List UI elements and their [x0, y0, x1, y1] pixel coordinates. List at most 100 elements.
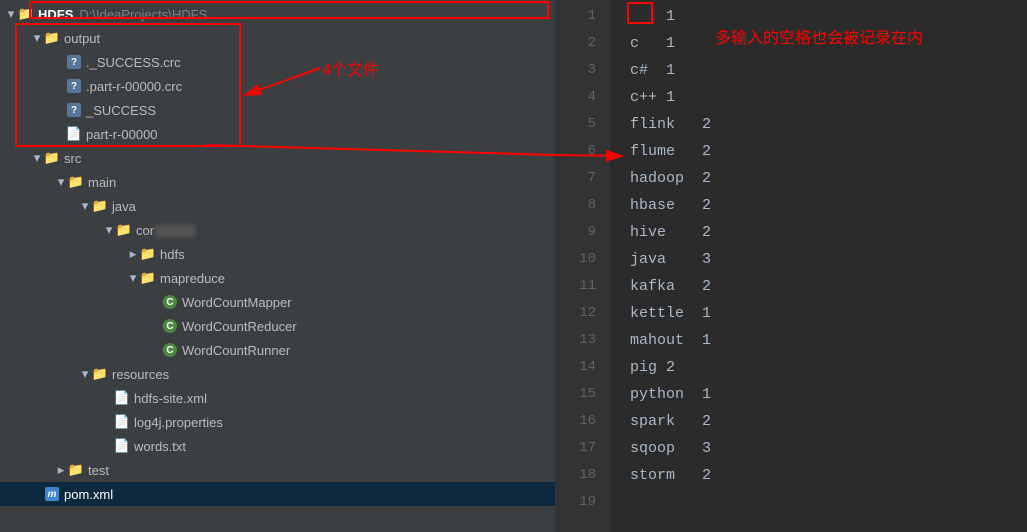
editor-panel: 12345678910111213141516171819 1c 1c# 1c+…	[555, 0, 1027, 532]
tree-file-log4j[interactable]: 📄 log4j.properties	[0, 410, 555, 434]
gutter-line-number: 1	[555, 3, 610, 30]
tree-file-part[interactable]: 📄 part-r-00000	[0, 122, 555, 146]
gutter-line-number: 16	[555, 408, 610, 435]
tree-file-part-crc[interactable]: ? .part-r-00000.crc	[0, 74, 555, 98]
tree-class-mapper[interactable]: C WordCountMapper	[0, 290, 555, 314]
folder-icon: 📁	[44, 30, 60, 46]
gutter-line-number: 12	[555, 300, 610, 327]
file-icon: ?	[66, 102, 82, 118]
code-line[interactable]: hbase 2	[630, 192, 1027, 219]
folder-label: resources	[112, 367, 169, 382]
code-line[interactable]: c# 1	[630, 57, 1027, 84]
tree-file-pom[interactable]: m pom.xml	[0, 482, 555, 506]
chevron-down-icon[interactable]: ▾	[78, 198, 92, 214]
code-line[interactable]: pig 2	[630, 354, 1027, 381]
folder-label: src	[64, 151, 81, 166]
xml-file-icon: 📄	[114, 390, 130, 406]
class-label: WordCountReducer	[182, 319, 297, 334]
tree-java-folder[interactable]: ▾ 📁 java	[0, 194, 555, 218]
folder-label: cor	[136, 223, 195, 238]
tree-file-hdfs-site[interactable]: 📄 hdfs-site.xml	[0, 386, 555, 410]
file-label: ._SUCCESS.crc	[86, 55, 181, 70]
code-line[interactable]: mahout 1	[630, 327, 1027, 354]
tree-main-folder[interactable]: ▾ 📁 main	[0, 170, 555, 194]
root-path: D:\IdeaProjects\HDFS	[79, 7, 207, 22]
code-line[interactable]: spark 2	[630, 408, 1027, 435]
tree-resources-folder[interactable]: ▾ 📁 resources	[0, 362, 555, 386]
chevron-down-icon[interactable]: ▾	[54, 174, 68, 190]
gutter-line-number: 15	[555, 381, 610, 408]
code-line[interactable]: python 1	[630, 381, 1027, 408]
chevron-right-icon[interactable]: ▸	[54, 462, 68, 478]
code-line[interactable]: kettle 1	[630, 300, 1027, 327]
annotation-four-files: 4个文件	[322, 56, 379, 80]
chevron-down-icon[interactable]: ▾	[30, 150, 44, 166]
tree-package-folder[interactable]: ▾ 📁 cor	[0, 218, 555, 242]
code-line[interactable]: sqoop 3	[630, 435, 1027, 462]
resources-folder-icon: 📁	[92, 366, 108, 382]
gutter-line-number: 18	[555, 462, 610, 489]
gutter-line-number: 7	[555, 165, 610, 192]
tree-root[interactable]: ▾ 📁 HDFS D:\IdeaProjects\HDFS	[0, 2, 555, 26]
root-label: HDFS	[38, 7, 73, 22]
chevron-right-icon[interactable]: ▸	[126, 246, 140, 262]
code-line[interactable]: hadoop 2	[630, 165, 1027, 192]
tree-class-runner[interactable]: C WordCountRunner	[0, 338, 555, 362]
folder-label: hdfs	[160, 247, 185, 262]
file-icon: 📄	[66, 126, 82, 142]
java-class-icon: C	[162, 318, 178, 334]
tree-file-success-crc[interactable]: ? ._SUCCESS.crc	[0, 50, 555, 74]
folder-label: java	[112, 199, 136, 214]
code-line[interactable]: hive 2	[630, 219, 1027, 246]
chevron-down-icon[interactable]: ▾	[126, 270, 140, 286]
java-class-icon: C	[162, 342, 178, 358]
gutter-line-number: 8	[555, 192, 610, 219]
code-line[interactable]	[630, 489, 1027, 516]
gutter-line-number: 9	[555, 219, 610, 246]
gutter-line-number: 4	[555, 84, 610, 111]
folder-icon: 📁	[68, 462, 84, 478]
gutter-line-number: 2	[555, 30, 610, 57]
tree-src-folder[interactable]: ▾ 📁 src	[0, 146, 555, 170]
tree-hdfs-folder[interactable]: ▸ 📁 hdfs	[0, 242, 555, 266]
file-icon: ?	[66, 78, 82, 94]
code-line[interactable]: flink 2	[630, 111, 1027, 138]
tree-file-success[interactable]: ? _SUCCESS	[0, 98, 555, 122]
package-icon: 📁	[140, 270, 156, 286]
gutter-line-number: 5	[555, 111, 610, 138]
gutter-line-number: 3	[555, 57, 610, 84]
code-line[interactable]: storm 2	[630, 462, 1027, 489]
editor-content[interactable]: 1c 1c# 1c++ 1flink 2flume 2hadoop 2hbase…	[610, 0, 1027, 532]
folder-label: main	[88, 175, 116, 190]
chevron-down-icon[interactable]: ▾	[4, 6, 18, 22]
project-tree[interactable]: ▾ 📁 HDFS D:\IdeaProjects\HDFS ▾ 📁 output…	[0, 0, 555, 506]
tree-file-words[interactable]: 📄 words.txt	[0, 434, 555, 458]
gutter-line-number: 6	[555, 138, 610, 165]
chevron-down-icon[interactable]: ▾	[78, 366, 92, 382]
folder-icon: 📁	[92, 198, 108, 214]
project-tree-panel: ▾ 📁 HDFS D:\IdeaProjects\HDFS ▾ 📁 output…	[0, 0, 555, 532]
folder-label: test	[88, 463, 109, 478]
folder-icon: 📁	[68, 174, 84, 190]
code-line[interactable]: kafka 2	[630, 273, 1027, 300]
file-icon: ?	[66, 54, 82, 70]
folder-icon: 📁	[18, 6, 34, 22]
code-line[interactable]: java 3	[630, 246, 1027, 273]
code-line[interactable]: c++ 1	[630, 84, 1027, 111]
chevron-down-icon[interactable]: ▾	[30, 30, 44, 46]
editor-gutter: 12345678910111213141516171819	[555, 0, 610, 532]
chevron-down-icon[interactable]: ▾	[102, 222, 116, 238]
code-line[interactable]: flume 2	[630, 138, 1027, 165]
maven-file-icon: m	[44, 486, 60, 502]
file-label: words.txt	[134, 439, 186, 454]
tree-mapreduce-folder[interactable]: ▾ 📁 mapreduce	[0, 266, 555, 290]
gutter-line-number: 14	[555, 354, 610, 381]
file-label: pom.xml	[64, 487, 113, 502]
tree-class-reducer[interactable]: C WordCountReducer	[0, 314, 555, 338]
folder-icon: 📁	[44, 150, 60, 166]
tree-test-folder[interactable]: ▸ 📁 test	[0, 458, 555, 482]
gutter-line-number: 10	[555, 246, 610, 273]
tree-output-folder[interactable]: ▾ 📁 output	[0, 26, 555, 50]
class-label: WordCountMapper	[182, 295, 292, 310]
class-label: WordCountRunner	[182, 343, 290, 358]
